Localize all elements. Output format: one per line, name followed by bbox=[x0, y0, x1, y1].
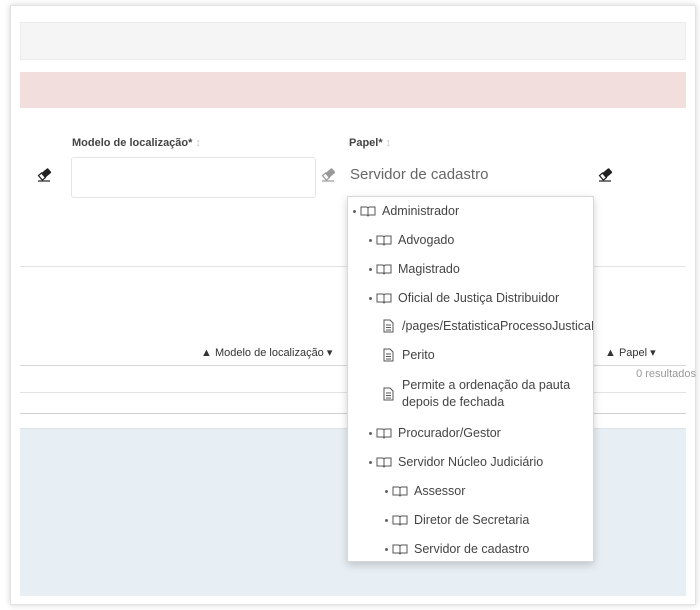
bullet bbox=[385, 489, 388, 493]
tree-item-label: Oficial de Justiça Distribuidor bbox=[398, 291, 560, 305]
book-icon bbox=[360, 206, 376, 217]
tree-item-permite-ordenacao[interactable]: Permite a ordenação da pauta depois de f… bbox=[383, 377, 592, 411]
papel-label-text: Papel* bbox=[349, 137, 383, 149]
tree-item-label: Servidor de cadastro bbox=[414, 542, 530, 556]
book-icon bbox=[392, 515, 408, 526]
tree-item-advogado[interactable]: Advogado bbox=[369, 233, 454, 247]
col-modelo-header[interactable]: ▲ Modelo de localização ▾ bbox=[201, 346, 332, 359]
sort-hint-icon: ↕ bbox=[195, 137, 201, 149]
book-icon bbox=[376, 235, 392, 246]
eraser-icon-papel[interactable] bbox=[597, 165, 615, 183]
sort-hint-icon-papel: ↕ bbox=[385, 137, 392, 149]
book-icon bbox=[376, 457, 392, 468]
bullet bbox=[369, 460, 372, 464]
tree-item-label: Magistrado bbox=[398, 262, 460, 276]
tree-item-estatistica-page[interactable]: /pages/EstatisticaProcessoJusticaFederal… bbox=[383, 319, 593, 333]
col-modelo-header-text: Modelo de localização bbox=[214, 347, 324, 359]
tree-item-assessor[interactable]: Assessor bbox=[385, 484, 465, 498]
header-bar bbox=[20, 22, 686, 60]
tree-item-label: Procurador/Gestor bbox=[398, 426, 501, 440]
tree-item-diretor-secretaria[interactable]: Diretor de Secretaria bbox=[385, 513, 529, 527]
bullet bbox=[385, 547, 388, 551]
document-icon bbox=[383, 319, 394, 333]
tree-item-administrador[interactable]: Administrador bbox=[353, 204, 459, 218]
tree-item-label: Assessor bbox=[414, 484, 466, 498]
bullet bbox=[369, 267, 372, 271]
book-icon bbox=[376, 264, 392, 275]
tree-item-servidor-cadastro[interactable]: Servidor de cadastro bbox=[385, 542, 529, 556]
book-icon bbox=[392, 544, 408, 555]
book-icon bbox=[376, 428, 392, 439]
bullet bbox=[353, 209, 356, 213]
col-papel-header-text: Papel bbox=[618, 347, 648, 359]
results-count: 0 resultados bbox=[636, 368, 696, 380]
col-papel-header[interactable]: ▲ Papel ▾ bbox=[605, 346, 656, 359]
book-icon bbox=[376, 293, 392, 304]
tree-item-label: Diretor de Secretaria bbox=[414, 513, 530, 527]
tree-item-label: Perito bbox=[402, 348, 435, 362]
document-icon bbox=[383, 387, 394, 401]
modelo-localizacao-label: Modelo de localização* ↕ bbox=[72, 137, 201, 149]
tree-item-label: Administrador bbox=[382, 204, 460, 218]
papel-dropdown: Administrador Advogado Magistrado Oficia… bbox=[347, 196, 594, 562]
papel-label: Papel* ↕ bbox=[349, 137, 391, 149]
tree-item-label: Advogado bbox=[398, 233, 455, 247]
tree-item-magistrado[interactable]: Magistrado bbox=[369, 262, 460, 276]
bullet bbox=[369, 238, 372, 242]
tree-item-oficial-justica[interactable]: Oficial de Justiça Distribuidor bbox=[369, 291, 559, 305]
tree-item-procurador[interactable]: Procurador/Gestor bbox=[369, 426, 501, 440]
alert-bar bbox=[20, 72, 686, 108]
book-icon bbox=[392, 486, 408, 497]
papel-select[interactable]: Servidor de cadastro bbox=[350, 166, 488, 183]
modelo-localizacao-input[interactable] bbox=[71, 157, 316, 198]
tree-item-label: Permite a ordenação da pauta depois de f… bbox=[402, 378, 571, 409]
modelo-localizacao-label-text: Modelo de localização* bbox=[72, 137, 193, 149]
tree-item-perito[interactable]: Perito bbox=[383, 348, 435, 362]
bullet bbox=[369, 296, 372, 300]
tree-item-label: Servidor Núcleo Judiciário bbox=[398, 455, 544, 469]
document-icon bbox=[383, 348, 394, 362]
bullet bbox=[385, 518, 388, 522]
bullet bbox=[369, 431, 372, 435]
eraser-icon[interactable] bbox=[36, 165, 54, 183]
tree-item-servidor-nucleo[interactable]: Servidor Núcleo Judiciário bbox=[369, 455, 543, 469]
eraser-icon-modelo[interactable] bbox=[320, 165, 338, 183]
tree-item-label: /pages/EstatisticaProcessoJusticaFederal… bbox=[402, 319, 593, 333]
